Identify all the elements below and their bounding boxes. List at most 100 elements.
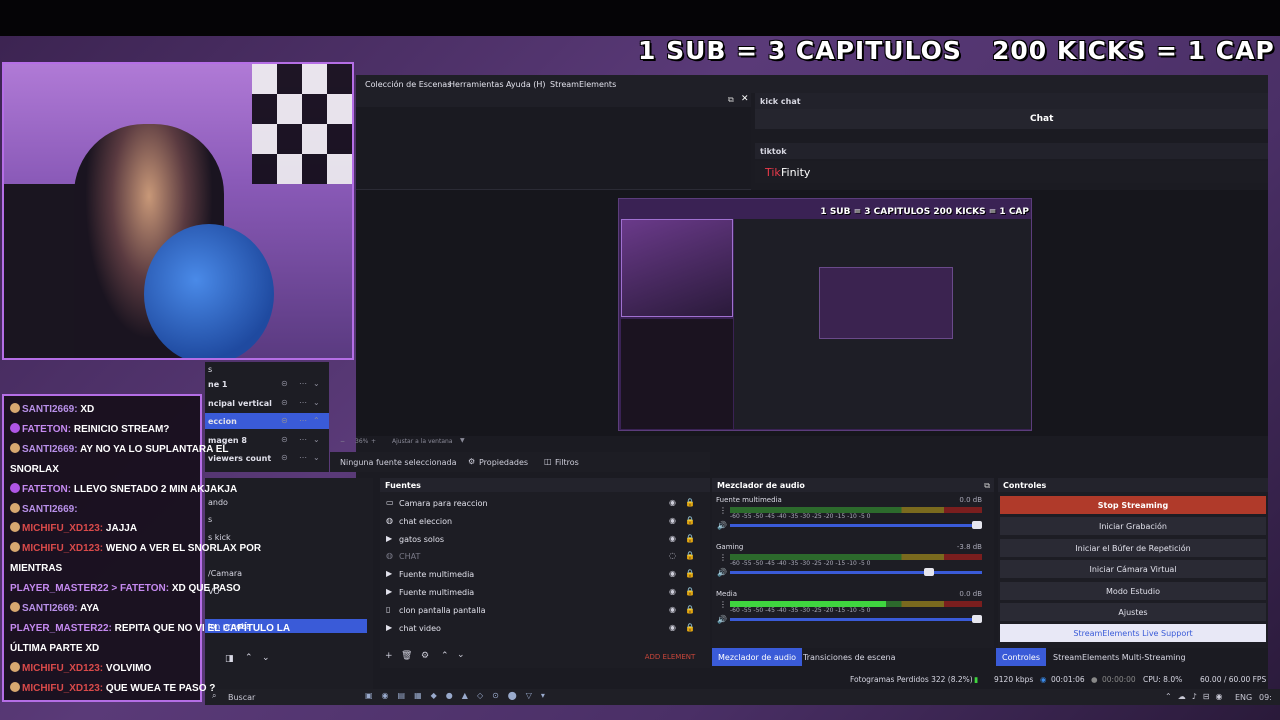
eye-icon[interactable]: ◉ — [669, 623, 676, 632]
more-icon[interactable]: ⋮ — [719, 600, 727, 609]
chevron-down-icon[interactable]: ⌄ — [313, 435, 320, 444]
add-element-button[interactable]: ADD ELEMENT — [630, 650, 710, 664]
move-up-icon[interactable]: ⌃ — [441, 651, 449, 661]
gear-icon[interactable]: ⚙ — [421, 651, 429, 661]
chevron-down-icon[interactable]: ⌄ — [313, 453, 320, 462]
undock-icon[interactable]: ⧉ — [728, 95, 734, 105]
list-item[interactable]: ando — [208, 498, 228, 507]
chevron-down-icon[interactable]: ⌄ — [313, 398, 320, 407]
close-icon[interactable]: ✕ — [741, 94, 749, 104]
fit-dropdown-icon[interactable]: ▼ — [460, 437, 465, 444]
preview-chat — [621, 319, 733, 429]
taskbar-search[interactable]: Buscar — [228, 693, 255, 702]
lock-icon[interactable]: 🔒 — [685, 551, 695, 560]
list-item[interactable]: /Camara — [208, 569, 242, 578]
fit-window-label[interactable]: Ajustar a la ventana — [392, 438, 453, 445]
speaker-icon[interactable]: 🔊 — [717, 521, 727, 530]
user-badge-icon — [10, 422, 20, 433]
source-item[interactable]: ▶ Fuente multimedia ◉ 🔒 — [380, 583, 710, 601]
trash-icon[interactable]: 🗑 — [401, 651, 412, 661]
volume-handle[interactable] — [972, 521, 982, 529]
volume-handle[interactable] — [972, 615, 982, 623]
eye-icon[interactable]: ◉ — [669, 498, 676, 507]
undock-icon[interactable]: ⧉ — [984, 481, 990, 491]
menu-streamelements[interactable]: StreamElements — [550, 80, 616, 89]
eye-icon[interactable]: ◉ — [669, 569, 676, 578]
replay-buffer-button[interactable]: Iniciar el Búfer de Repetición — [1000, 538, 1266, 557]
speaker-icon[interactable]: 🔊 — [717, 568, 727, 577]
eye-icon[interactable]: ◉ — [669, 587, 676, 596]
tab-audio-mixer[interactable]: Mezclador de audio — [712, 648, 803, 666]
tab-scene-transitions[interactable]: Transiciones de escena — [797, 648, 902, 666]
chevron-down-icon[interactable]: ⌄ — [313, 379, 320, 388]
tray-icons[interactable]: ⌃☁♪⊟◉ — [1165, 692, 1229, 701]
source-item[interactable]: ◍ chat eleccion ◉ 🔒 — [380, 512, 710, 530]
eye-icon[interactable]: ◌ — [669, 551, 676, 560]
lock-icon[interactable]: 🔒 — [685, 623, 695, 632]
volume-slider[interactable] — [730, 524, 982, 527]
lock-icon[interactable]: 🔒 — [685, 498, 695, 507]
more-icon[interactable]: ⋮ — [719, 506, 727, 515]
more-icon[interactable]: ⋮ — [719, 553, 727, 562]
scene-item[interactable]: ne 1 ⊝ ⋯ ⌄ — [205, 376, 329, 392]
properties-button[interactable]: Propiedades — [479, 458, 528, 467]
streamelements-support-button[interactable]: StreamElements Live Support — [1000, 624, 1266, 643]
menu-scene-collection[interactable]: Colección de Escenas — [365, 80, 451, 89]
source-item[interactable]: ▶ Fuente multimedia ◉ 🔒 — [380, 565, 710, 583]
add-icon[interactable]: + — [385, 651, 393, 661]
source-item[interactable]: ▯ clon pantalla pantalla ◉ 🔒 — [380, 601, 710, 619]
filters-button[interactable]: Filtros — [555, 458, 579, 467]
chevron-down-icon[interactable]: ⌃ — [313, 416, 320, 425]
virtual-camera-button[interactable]: Iniciar Cámara Virtual — [1000, 560, 1266, 579]
more-icon[interactable]: ⋯ — [299, 435, 307, 444]
channel-db: -3.8 dB — [956, 543, 982, 551]
list-item[interactable]: s — [208, 515, 212, 524]
stop-streaming-button[interactable]: Stop Streaming — [1000, 496, 1266, 514]
filter-icon[interactable]: ◨ — [225, 654, 234, 664]
tab-multistreaming[interactable]: StreamElements Multi-Streaming — [1047, 648, 1192, 666]
eye-icon[interactable]: ◉ — [669, 534, 676, 543]
speaker-icon[interactable]: 🔊 — [717, 615, 727, 624]
tab-controls[interactable]: Controles — [996, 648, 1047, 666]
eye-icon[interactable]: ◉ — [669, 516, 676, 525]
visibility-icon[interactable]: ⊝ — [281, 416, 288, 425]
lock-icon[interactable]: 🔒 — [685, 587, 695, 596]
visibility-icon[interactable]: ⊝ — [281, 398, 288, 407]
language-indicator[interactable]: ENG — [1235, 693, 1252, 702]
menu-tools[interactable]: Herramientas — [449, 80, 504, 89]
taskbar-app-icons[interactable]: ▣◉▤▦◆●▲◇⊙⬤▽▾ — [365, 691, 554, 700]
lock-icon[interactable]: 🔒 — [685, 516, 695, 525]
filter-icon[interactable]: ◫ — [544, 457, 552, 466]
lock-icon[interactable]: 🔒 — [685, 569, 695, 578]
volume-slider[interactable] — [730, 571, 982, 574]
source-item[interactable]: ◍ CHAT ◌ 🔒 — [380, 547, 710, 565]
chevron-down-icon[interactable]: ⌄ — [262, 653, 270, 663]
move-up-icon[interactable]: ⌃ — [245, 653, 253, 663]
settings-button[interactable]: Ajustes — [1000, 603, 1266, 621]
visibility-icon[interactable]: ⊝ — [281, 435, 288, 444]
source-item[interactable]: ▶ chat video ◉ 🔒 — [380, 619, 710, 637]
lock-icon[interactable]: 🔒 — [685, 534, 695, 543]
visibility-icon[interactable]: ⊝ — [281, 379, 288, 388]
scene-item[interactable]: eccion ⊝ ⋯ ⌃ — [205, 413, 329, 429]
lock-icon[interactable]: 🔒 — [685, 605, 695, 614]
visibility-icon[interactable]: ⊝ — [281, 453, 288, 462]
program-preview[interactable]: 1 SUB = 3 CAPITULOS 200 KICKS = 1 CAP — [618, 198, 1032, 431]
studio-mode-button[interactable]: Modo Estudio — [1000, 581, 1266, 600]
source-item[interactable]: ▶ gatos solos ◉ 🔒 — [380, 530, 710, 548]
volume-slider[interactable] — [730, 618, 982, 621]
start-recording-button[interactable]: Iniciar Grabación — [1000, 517, 1266, 536]
more-icon[interactable]: ⋯ — [299, 379, 307, 388]
zoom-in-icon[interactable]: + — [371, 438, 376, 445]
more-icon[interactable]: ⋯ — [299, 453, 307, 462]
gear-icon[interactable]: ⚙ — [468, 457, 475, 466]
volume-handle[interactable] — [923, 568, 934, 576]
more-icon[interactable]: ⋯ — [299, 398, 307, 407]
source-item[interactable]: ▭ Camara para reaccion ◉ 🔒 — [380, 494, 710, 512]
scene-item[interactable]: ncipal vertical ⊝ ⋯ ⌄ — [205, 395, 329, 411]
chevron-down-icon[interactable]: ⌄ — [457, 650, 465, 660]
menu-help[interactable]: Ayuda (H) — [506, 80, 546, 89]
zoom-out-icon[interactable]: − — [340, 438, 345, 445]
eye-icon[interactable]: ◉ — [669, 605, 676, 614]
more-icon[interactable]: ⋯ — [299, 416, 307, 425]
